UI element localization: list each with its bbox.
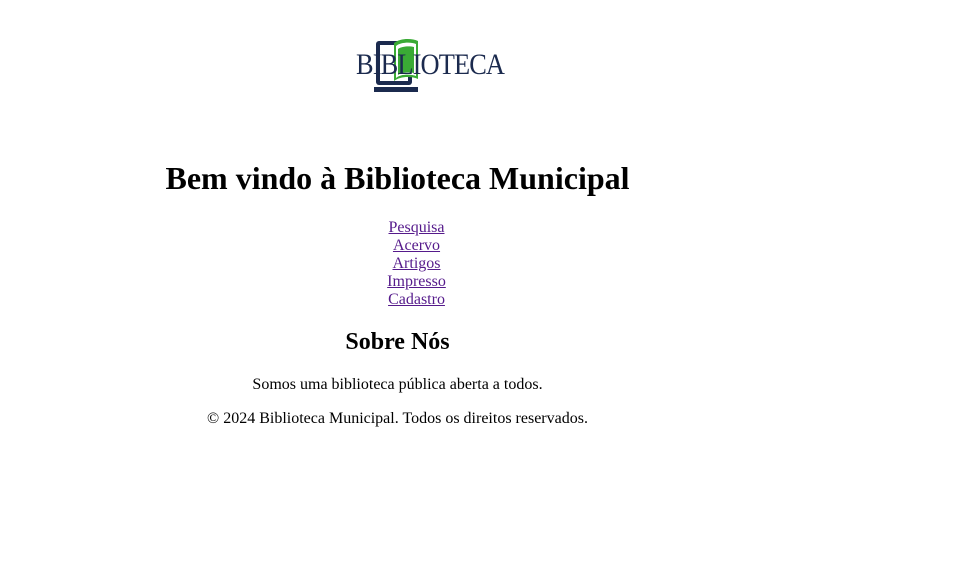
library-logo: BIBLIOTECA: [306, 37, 505, 94]
about-text: Somos uma biblioteca pública aberta a to…: [252, 376, 543, 393]
about-heading: Sobre Nós: [345, 329, 450, 355]
nav-link-pesquisa[interactable]: Pesquisa: [0, 219, 833, 237]
nav-link-impresso[interactable]: Impresso: [0, 273, 833, 291]
footer-copyright: © 2024 Biblioteca Municipal. Todos os di…: [207, 410, 588, 427]
logo-text: BIBLIOTECA: [356, 48, 505, 81]
nav-link-acervo[interactable]: Acervo: [0, 237, 833, 255]
nav-link-artigos[interactable]: Artigos: [0, 255, 833, 273]
nav-link-cadastro[interactable]: Cadastro: [0, 291, 833, 309]
main-nav: Pesquisa Acervo Artigos Impresso Cadastr…: [0, 219, 833, 309]
welcome-title: Bem vindo à Biblioteca Municipal: [165, 160, 630, 196]
